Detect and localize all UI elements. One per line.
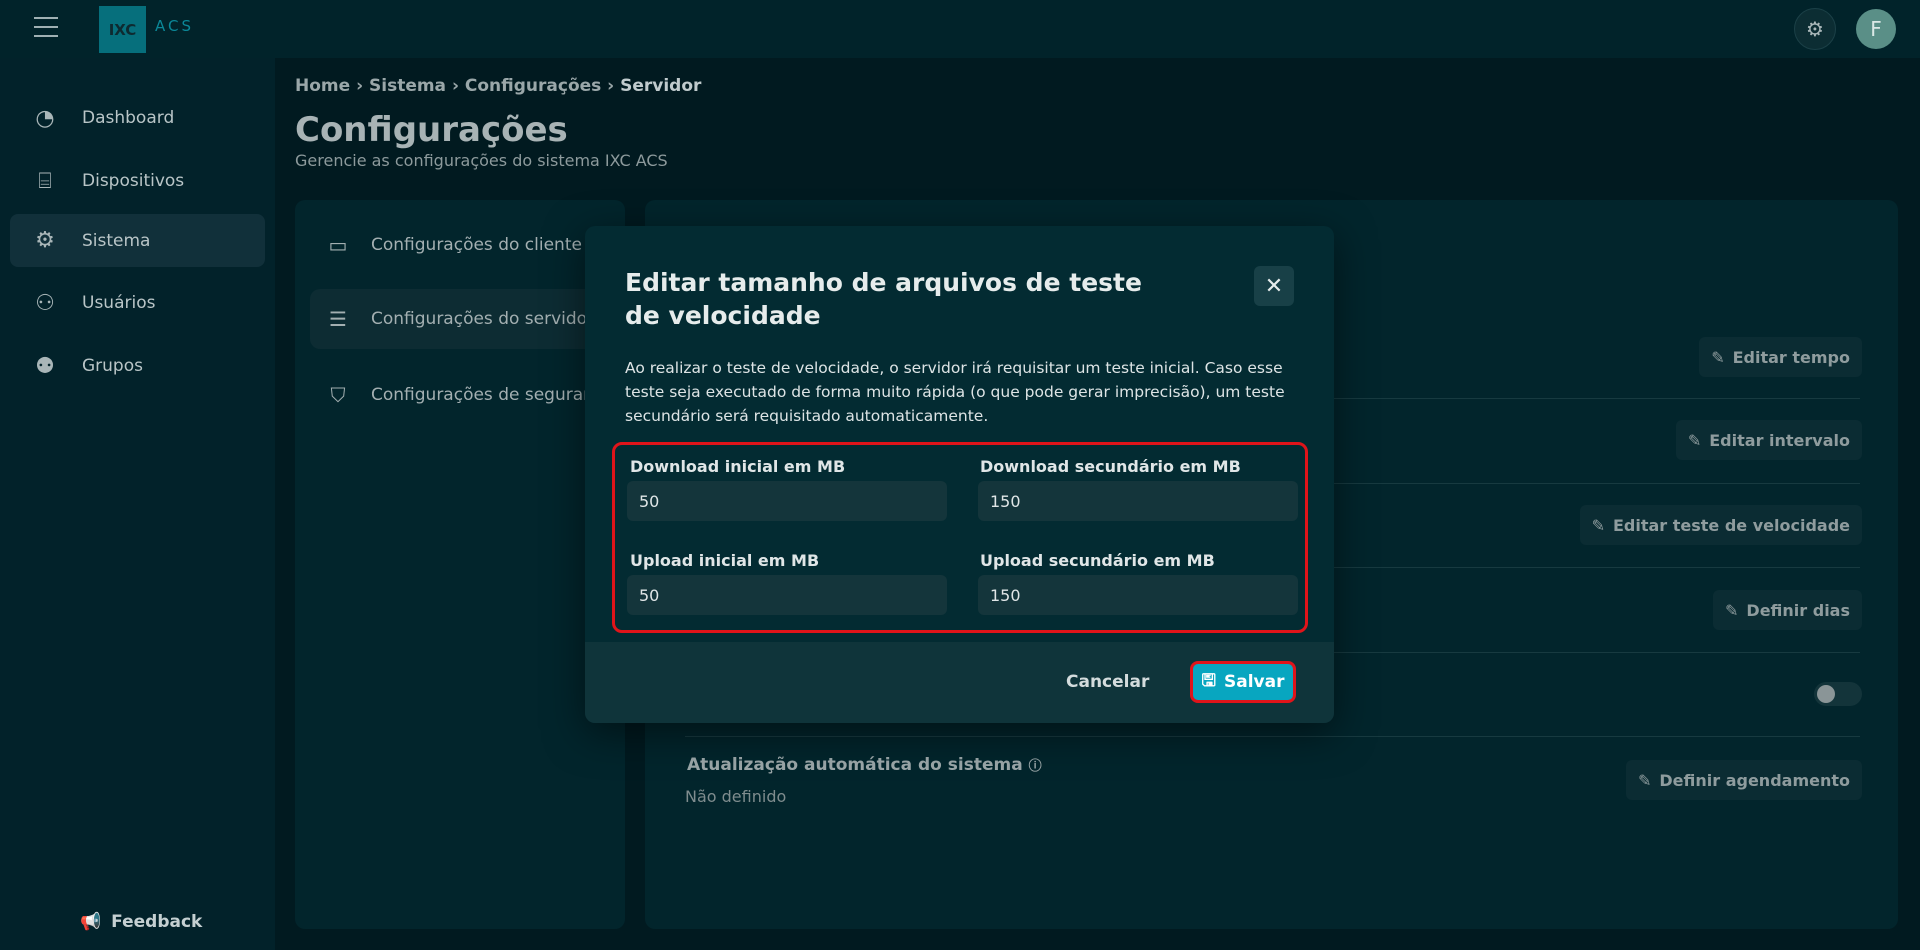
pie-chart-icon: ◔: [35, 105, 55, 131]
edit-icon: ✎: [1637, 770, 1652, 790]
sidebar-item-label: Grupos: [82, 356, 143, 376]
upload-initial-input[interactable]: [627, 575, 947, 615]
cancel-button[interactable]: Cancelar: [1066, 672, 1149, 692]
info-icon[interactable]: ⓘ: [1029, 759, 1042, 774]
download-initial-label: Download inicial em MB: [630, 457, 846, 476]
save-button[interactable]: 🖫 Salvar: [1190, 661, 1296, 703]
settings-nav: ▭ Configurações do cliente ☰ Configurações…: [295, 200, 625, 929]
label-text: Atualização automática do sistema: [687, 755, 1023, 775]
gear-icon: ⚙: [35, 228, 55, 253]
define-days-button[interactable]: ✎ Definir dias: [1713, 590, 1862, 630]
sidebar-item-label: Usuários: [82, 293, 156, 313]
settings-nav-servidor[interactable]: ☰ Configurações do servidor: [310, 289, 625, 349]
dialog-title: Editar tamanho de arquivos de teste de v…: [625, 268, 1142, 330]
logo[interactable]: IXC: [99, 6, 146, 53]
avatar[interactable]: F: [1856, 9, 1896, 49]
edit-interval-button[interactable]: ✎ Editar intervalo: [1675, 420, 1862, 460]
dialog-description: Ao realizar o teste de velocidade, o ser…: [625, 359, 1285, 425]
sidebar-item-dashboard[interactable]: ◔ Dashboard: [10, 92, 265, 144]
edit-speed-test-button[interactable]: ✎ Editar teste de velocidade: [1579, 505, 1862, 545]
sidebar-item-sistema[interactable]: ⚙ Sistema: [10, 214, 265, 267]
button-label: Editar teste de velocidade: [1612, 515, 1850, 535]
sidebar-item-label: Sistema: [82, 230, 151, 251]
sidebar-item-dispositivos[interactable]: ⌸ Dispositivos: [10, 155, 265, 207]
sidebar: ◔ Dashboard ⌸ Dispositivos ⚙ Sistema ⚇ Usuár…: [0, 58, 275, 950]
feedback-label: Feedback: [111, 912, 203, 932]
sidebar-item-grupos[interactable]: ⚉ Grupos: [10, 340, 265, 392]
sidebar-item-label: Dispositivos: [82, 171, 185, 191]
sidebar-item-label: Dashboard: [82, 108, 175, 128]
save-label: Salvar: [1224, 672, 1285, 692]
button-label: Editar tempo: [1732, 347, 1850, 367]
settings-gear-icon[interactable]: ⚙: [1794, 8, 1836, 50]
button-label: Definir dias: [1746, 600, 1850, 620]
breadcrumb-sistema[interactable]: Sistema: [369, 76, 446, 96]
settings-nav-seguranca[interactable]: ⛉ Configurações de segurança: [310, 365, 625, 425]
page-subtitle: Gerencie as configurações do sistema IXC…: [295, 151, 668, 170]
auto-update-label: Atualização automática do sistema ⓘ: [687, 755, 1042, 775]
megaphone-icon: 📢: [80, 912, 102, 932]
upload-secondary-input[interactable]: [978, 575, 1298, 615]
router-icon: ⌸: [38, 168, 52, 194]
speed-test-size-dialog: Editar tamanho de arquivos de teste de v…: [585, 226, 1334, 723]
edit-icon: ✎: [1687, 430, 1702, 450]
edit-icon: ✎: [1711, 347, 1725, 367]
settings-nav-label: Configurações do servidor: [371, 309, 595, 329]
save-icon: 🖫: [1201, 670, 1216, 691]
hamburger-menu-icon[interactable]: [34, 17, 58, 37]
top-bar: IXC ACS ⚙ F: [0, 0, 1920, 58]
feedback-button[interactable]: 📢 Feedback: [80, 912, 202, 932]
users-icon: ⚇: [35, 290, 55, 316]
upload-secondary-label: Upload secundário em MB: [980, 551, 1215, 570]
button-label: Definir agendamento: [1659, 770, 1850, 790]
download-secondary-label: Download secundário em MB: [980, 457, 1241, 476]
close-icon[interactable]: ✕: [1254, 266, 1294, 306]
breadcrumb-current: Servidor: [620, 76, 702, 96]
dialog-footer: Cancelar 🖫 Salvar: [585, 642, 1334, 723]
settings-nav-label: Configurações de segurança: [371, 385, 614, 405]
fields-group: Download inicial em MB Download secundár…: [612, 442, 1308, 633]
logo-suffix: ACS: [155, 17, 194, 35]
download-initial-input[interactable]: [627, 481, 947, 521]
shield-icon: ⛉: [330, 383, 346, 407]
edit-time-button[interactable]: ✎ Editar tempo: [1699, 337, 1862, 377]
groups-icon: ⚉: [35, 353, 55, 379]
upload-initial-label: Upload inicial em MB: [630, 551, 820, 570]
button-label: Editar intervalo: [1709, 430, 1850, 450]
edit-icon: ✎: [1591, 515, 1605, 535]
settings-nav-cliente[interactable]: ▭ Configurações do cliente: [310, 215, 625, 275]
edit-icon: ✎: [1725, 600, 1739, 620]
server-icon: ☰: [329, 307, 347, 331]
window-icon: ▭: [328, 233, 348, 257]
download-secondary-input[interactable]: [978, 481, 1298, 521]
page-title: Configurações: [295, 110, 568, 150]
define-schedule-button[interactable]: ✎ Definir agendamento: [1625, 760, 1862, 800]
toggle-switch[interactable]: [1814, 682, 1862, 706]
breadcrumb-home[interactable]: Home: [295, 76, 350, 96]
sidebar-item-usuarios[interactable]: ⚇ Usuários: [10, 277, 265, 329]
breadcrumb: Home › Sistema › Configurações › Servido…: [295, 76, 702, 96]
auto-update-value: Não definido: [685, 787, 787, 806]
settings-nav-label: Configurações do cliente: [371, 235, 582, 255]
breadcrumb-configuracoes[interactable]: Configurações: [465, 76, 601, 96]
